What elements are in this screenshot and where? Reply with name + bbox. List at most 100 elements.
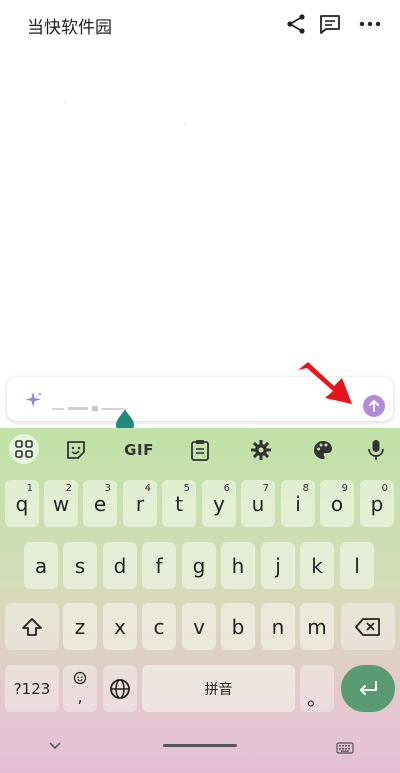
key-s[interactable]: s bbox=[63, 542, 97, 589]
key-p[interactable]: 0p bbox=[360, 480, 394, 527]
key-i[interactable]: 8i bbox=[281, 480, 315, 527]
key-label: u bbox=[251, 491, 265, 516]
key-label: w bbox=[52, 491, 70, 516]
key-j[interactable]: j bbox=[261, 542, 295, 589]
comment-icon[interactable] bbox=[318, 12, 342, 36]
more-icon[interactable] bbox=[358, 12, 382, 36]
key-label: m bbox=[307, 614, 327, 639]
key-h[interactable]: h bbox=[221, 542, 255, 589]
key-label: x bbox=[114, 614, 126, 639]
key-r[interactable]: 4r bbox=[123, 480, 157, 527]
shift-key[interactable] bbox=[5, 603, 59, 650]
key-m[interactable]: m bbox=[300, 603, 334, 650]
key-hint: 9 bbox=[341, 483, 348, 494]
key-e[interactable]: 3e bbox=[83, 480, 117, 527]
key-hint: 2 bbox=[65, 483, 72, 494]
key-label: ?123 bbox=[13, 679, 51, 698]
send-button[interactable] bbox=[363, 395, 385, 417]
key-label: k bbox=[311, 553, 323, 578]
gif-button[interactable]: GIF bbox=[122, 437, 156, 463]
space-key[interactable]: 拼音 bbox=[142, 665, 295, 712]
faint-mark bbox=[64, 102, 67, 103]
key-label: s bbox=[74, 553, 86, 578]
key-label: d bbox=[113, 553, 127, 578]
enter-key[interactable] bbox=[341, 665, 395, 712]
key-v[interactable]: v bbox=[182, 603, 216, 650]
key-b[interactable]: b bbox=[221, 603, 255, 650]
share-icon[interactable] bbox=[284, 12, 308, 36]
key-hint: 5 bbox=[183, 483, 190, 494]
gif-label: GIF bbox=[124, 441, 154, 459]
apps-grid-icon[interactable] bbox=[9, 434, 39, 464]
key-hint: 4 bbox=[144, 483, 151, 494]
settings-gear-icon[interactable] bbox=[248, 437, 274, 463]
key-label: a bbox=[34, 553, 48, 578]
key-z[interactable]: z bbox=[63, 603, 97, 650]
palette-icon[interactable] bbox=[310, 437, 336, 463]
key-label: y bbox=[213, 491, 225, 516]
key-label: z bbox=[74, 614, 86, 639]
key-hint: 0 bbox=[381, 483, 388, 494]
home-indicator bbox=[163, 744, 237, 747]
emoji-icon bbox=[73, 671, 87, 685]
key-hint: 8 bbox=[302, 483, 309, 494]
key-q[interactable]: 1q bbox=[5, 480, 39, 527]
backspace-icon bbox=[355, 617, 380, 636]
key-label: , bbox=[77, 687, 83, 706]
enter-icon bbox=[360, 680, 377, 695]
keyboard-toolbar: GIF bbox=[0, 428, 400, 470]
key-label: c bbox=[153, 614, 165, 639]
period-key[interactable]: 。 bbox=[300, 665, 334, 712]
key-k[interactable]: k bbox=[300, 542, 334, 589]
clipboard-icon[interactable] bbox=[187, 437, 213, 463]
app-header: 当快软件园 bbox=[0, 0, 400, 48]
microphone-icon[interactable] bbox=[363, 437, 389, 463]
key-c[interactable]: c bbox=[142, 603, 176, 650]
key-n[interactable]: n bbox=[261, 603, 295, 650]
key-a[interactable]: a bbox=[24, 542, 58, 589]
key-label: t bbox=[175, 491, 183, 516]
key-label: i bbox=[295, 491, 301, 516]
key-g[interactable]: g bbox=[182, 542, 216, 589]
key-f[interactable]: f bbox=[142, 542, 176, 589]
key-l[interactable]: l bbox=[340, 542, 374, 589]
key-hint: 3 bbox=[104, 483, 111, 494]
soft-keyboard: GIF 1q 2w 3e 4r 5t 6y 7u 8i 9o 0p a s d … bbox=[0, 428, 400, 773]
key-hint: 1 bbox=[26, 483, 33, 494]
key-hint: 7 bbox=[262, 483, 269, 494]
key-u[interactable]: 7u bbox=[241, 480, 275, 527]
key-x[interactable]: x bbox=[103, 603, 137, 650]
key-w[interactable]: 2w bbox=[44, 480, 78, 527]
comma-emoji-key[interactable]: , bbox=[63, 665, 97, 712]
shift-icon bbox=[22, 617, 42, 636]
faint-mark bbox=[184, 124, 187, 125]
content-area bbox=[0, 48, 400, 370]
key-label: p bbox=[370, 491, 384, 516]
sticker-icon[interactable] bbox=[63, 437, 89, 463]
key-label: h bbox=[231, 553, 245, 578]
language-key[interactable] bbox=[103, 665, 137, 712]
key-label: 拼音 bbox=[204, 681, 233, 698]
key-label: e bbox=[93, 491, 107, 516]
key-label: r bbox=[135, 491, 145, 516]
key-label: f bbox=[155, 553, 163, 578]
key-label: j bbox=[275, 553, 281, 578]
key-label: q bbox=[15, 491, 29, 516]
red-arrow-icon bbox=[292, 360, 356, 412]
keyboard-switch-icon[interactable] bbox=[336, 741, 354, 759]
key-y[interactable]: 6y bbox=[202, 480, 236, 527]
typed-text-blur bbox=[52, 401, 132, 411]
symbols-key[interactable]: ?123 bbox=[5, 665, 59, 712]
key-label: o bbox=[330, 491, 344, 516]
key-o[interactable]: 9o bbox=[320, 480, 354, 527]
sparkle-icon bbox=[25, 391, 43, 409]
globe-icon bbox=[110, 678, 130, 699]
key-hint: 6 bbox=[223, 483, 230, 494]
key-label: v bbox=[193, 614, 205, 639]
key-label: l bbox=[354, 553, 360, 578]
key-t[interactable]: 5t bbox=[162, 480, 196, 527]
key-d[interactable]: d bbox=[103, 542, 137, 589]
key-label: 。 bbox=[307, 686, 327, 710]
hide-keyboard-icon[interactable] bbox=[48, 738, 62, 756]
backspace-key[interactable] bbox=[341, 603, 395, 650]
